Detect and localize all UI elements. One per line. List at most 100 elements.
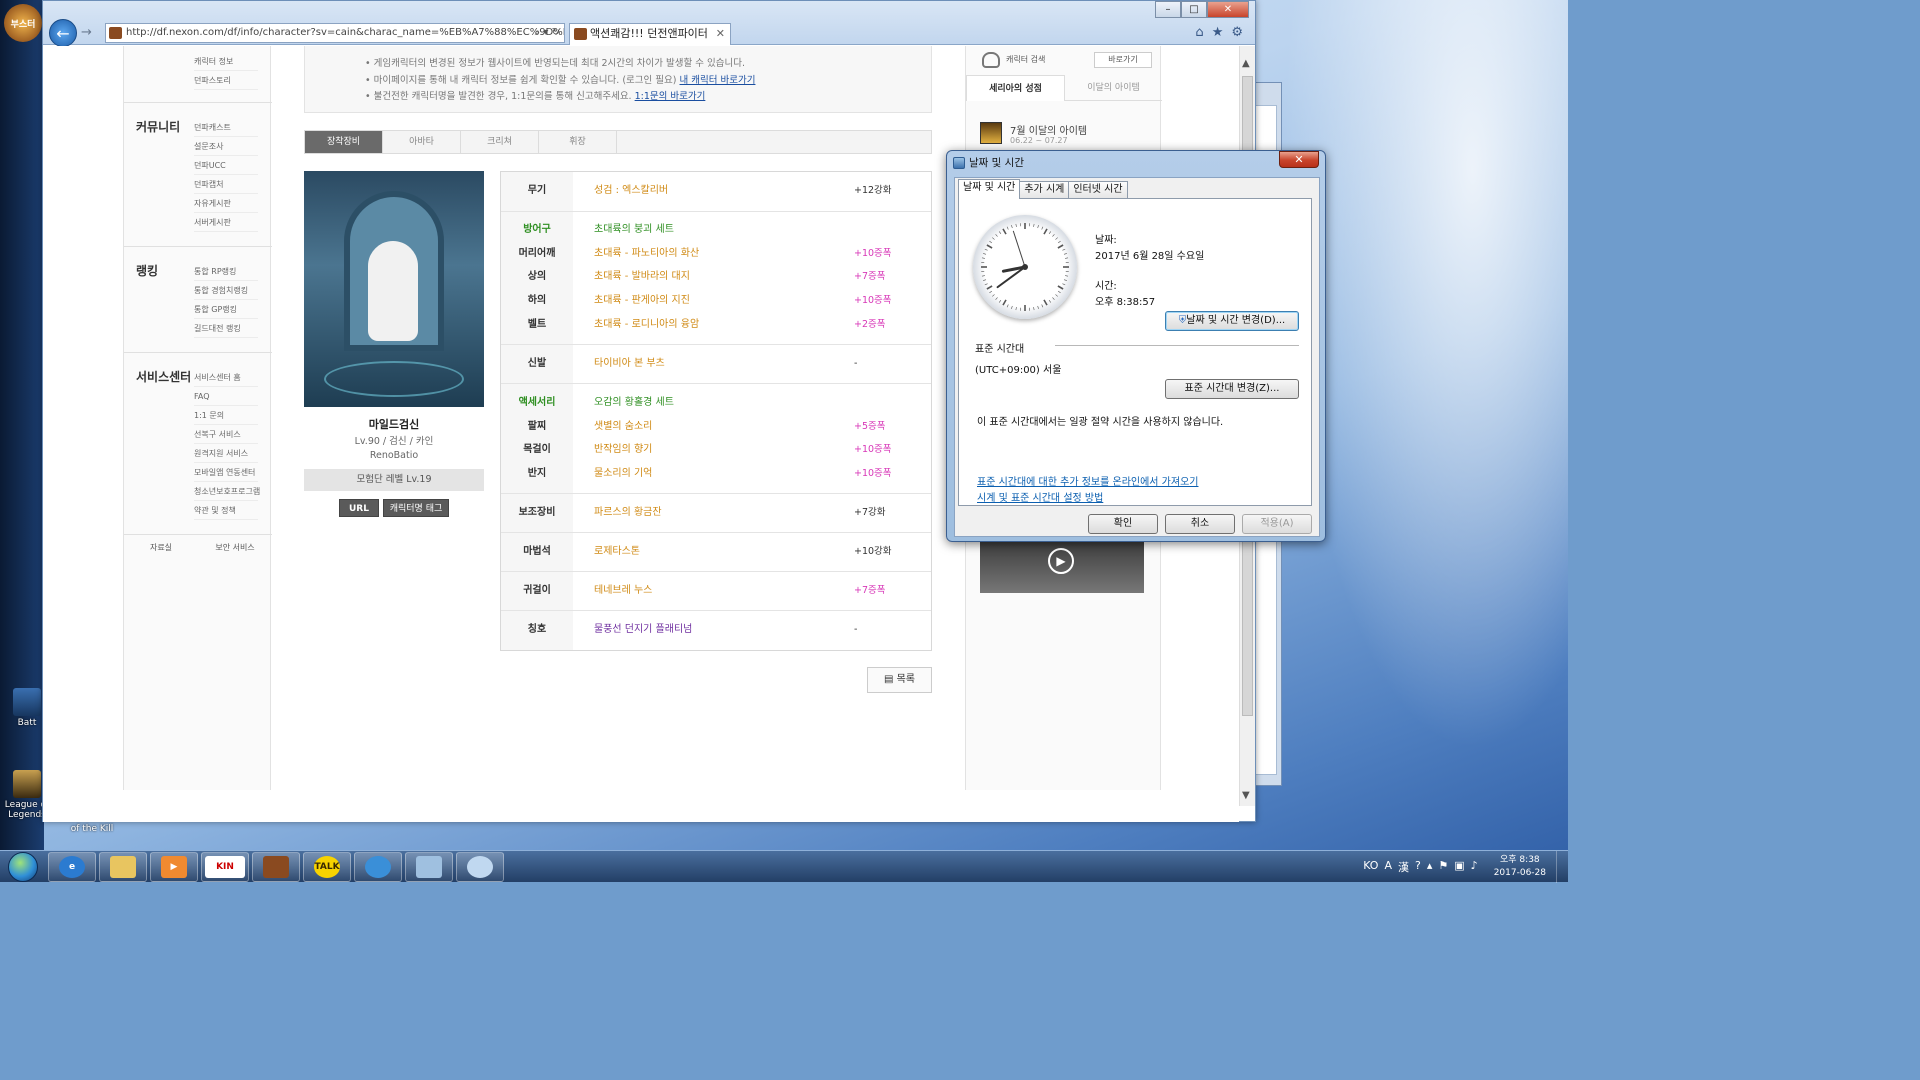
nav-link-security[interactable]: 보안 서비스 — [198, 536, 272, 560]
change-datetime-button[interactable]: ⛨날짜 및 시간 변경(D)... — [1165, 311, 1299, 331]
nav-item[interactable]: 통합 RP랭킹 — [194, 262, 258, 281]
equip-row-shoes[interactable]: 신발 타이비아 본 부츠 - — [501, 352, 931, 376]
nav-item[interactable]: 길드대전 랭킹 — [194, 319, 258, 338]
taskbar-app8[interactable] — [405, 852, 453, 882]
settings-gear-icon[interactable]: ⚙ — [1231, 25, 1243, 40]
taskbar-app7[interactable] — [354, 852, 402, 882]
nav-item[interactable]: 캐릭터 정보 — [194, 52, 258, 71]
nav-item[interactable]: 청소년보호프로그램 — [194, 482, 260, 501]
ok-button[interactable]: 확인 — [1088, 514, 1158, 534]
forward-button[interactable]: → — [81, 25, 99, 41]
equip-row-shoulder[interactable]: 머리어깨 초대륙 - 파노티아의 화산 +10증폭 — [501, 242, 931, 266]
desktop-icon-kill[interactable]: of the Kill — [56, 824, 128, 834]
taskbar-dnf[interactable] — [252, 852, 300, 882]
clock-tick — [995, 234, 998, 237]
help-icon[interactable]: ? — [1415, 859, 1421, 875]
inquiry-link[interactable]: 1:1문의 바로가기 — [635, 91, 706, 102]
timezone-info-link[interactable]: 표준 시간대에 대한 추가 정보를 온라인에서 가져오기 — [977, 473, 1198, 488]
network-icon[interactable]: ▣ — [1454, 859, 1464, 875]
equip-row-armor-set[interactable]: 방어구 초대륙의 붕괴 세트 — [501, 218, 931, 242]
show-desktop-button[interactable] — [1556, 851, 1568, 883]
tab-internet-time[interactable]: 인터넷 시간 — [1068, 181, 1128, 199]
monthly-item-entry[interactable]: 7월 이달의 아이템 06.22 ~ 07.27 — [980, 120, 1150, 148]
home-icon[interactable]: ⌂ — [1195, 25, 1203, 40]
nav-item[interactable]: 던파스토리 — [194, 71, 258, 90]
nav-item[interactable]: 1:1 문의 — [194, 406, 258, 425]
tab-equipment[interactable]: 장착장비 — [305, 131, 383, 153]
nav-item[interactable]: 통합 GP랭킹 — [194, 300, 258, 319]
equip-row-top[interactable]: 상의 초대륙 - 발바라의 대지 +7증폭 — [501, 265, 931, 289]
equip-row-earring[interactable]: 귀걸이 테네브레 누스 +7증폭 — [501, 579, 931, 603]
volume-icon[interactable]: ♪ — [1471, 859, 1478, 875]
equip-row-bottom[interactable]: 하의 초대륙 - 판게아의 지진 +10증폭 — [501, 289, 931, 313]
goto-button[interactable]: 바로가기 — [1094, 52, 1152, 68]
equip-row-subequip[interactable]: 보조장비 파르스의 황금잔 +7강화 — [501, 501, 931, 525]
list-button[interactable]: ▤ 목록 — [867, 667, 932, 693]
taskbar-kakaotalk[interactable]: TALK — [303, 852, 351, 882]
my-character-link[interactable]: 내 캐릭터 바로가기 — [680, 75, 756, 86]
back-button[interactable]: ← — [49, 19, 77, 47]
taskbar-clock[interactable]: 오후 8:38 2017-06-28 — [1494, 854, 1546, 880]
nav-item[interactable]: 통합 경험치랭킹 — [194, 281, 258, 300]
nav-item[interactable]: 던파캡처 — [194, 175, 258, 194]
url-button[interactable]: URL — [339, 499, 379, 517]
nav-item[interactable]: 던파UCC — [194, 156, 258, 175]
taskbar-media[interactable]: ▶ — [150, 852, 198, 882]
nav-item[interactable]: 던파캐스트 — [194, 118, 258, 137]
name-tag-button[interactable]: 캐릭터명 태그 — [383, 499, 449, 517]
tray-expand-icon[interactable]: ▴ — [1427, 859, 1433, 875]
tab-avatar[interactable]: 아바타 — [383, 131, 461, 153]
close-button[interactable]: ✕ — [1207, 1, 1249, 18]
nav-item[interactable]: 원격지원 서비스 — [194, 444, 258, 463]
browser-tab[interactable]: 액션쾌감!!! 던전앤파이터 ✕ — [569, 23, 731, 45]
equip-row-necklace[interactable]: 목걸이 반작임의 향기 +10증폭 — [501, 438, 931, 462]
nav-item[interactable]: 서버게시판 — [194, 213, 258, 232]
change-timezone-button[interactable]: 표준 시간대 변경(Z)... — [1165, 379, 1299, 399]
equip-row-bracelet[interactable]: 팔찌 샛별의 숨소리 +5증폭 — [501, 415, 931, 439]
equip-row-weapon[interactable]: 무기 성검 : 엑스칼리버 +12강화 — [501, 179, 931, 203]
equip-row-belt[interactable]: 벨트 초대륙 - 로디니아의 융암 +2증폭 — [501, 313, 931, 337]
minimize-button[interactable]: – — [1155, 1, 1181, 18]
tab-creature[interactable]: 크리쳐 — [461, 131, 539, 153]
dialog-title: 날짜 및 시간 — [969, 157, 1024, 169]
game-launcher-logo[interactable]: 부스터 — [4, 4, 42, 42]
dialog-close-button[interactable]: ✕ — [1279, 151, 1319, 168]
equip-row-accessory-set[interactable]: 액세서리 오감의 황홀경 세트 — [501, 391, 931, 415]
ime-icon[interactable]: A — [1384, 859, 1392, 875]
maximize-button[interactable]: □ — [1181, 1, 1207, 18]
nav-item[interactable]: 모바일앱 연동센터 — [194, 463, 258, 482]
nav-item[interactable]: 약관 및 정책 — [194, 501, 258, 520]
taskbar-ie[interactable]: e — [48, 852, 96, 882]
nav-item[interactable]: FAQ — [194, 387, 258, 406]
tab-seria-shop[interactable]: 세리아의 성점 — [966, 75, 1065, 101]
tab-monthly-item[interactable]: 이달의 아이템 — [1065, 75, 1162, 101]
tab-emblem[interactable]: 휘장 — [539, 131, 617, 153]
search-refresh-icons[interactable]: ⌕ ▾ ↻ — [535, 24, 560, 42]
nav-item[interactable]: 자유게시판 — [194, 194, 258, 213]
clock-tick — [998, 231, 1002, 235]
taskbar-app9[interactable] — [456, 852, 504, 882]
taskbar-explorer[interactable] — [99, 852, 147, 882]
address-bar[interactable]: http://df.nexon.com/df/info/character?sv… — [105, 23, 565, 43]
language-indicator[interactable]: KO — [1363, 859, 1378, 875]
tab-date-time[interactable]: 날짜 및 시간 — [958, 179, 1021, 199]
equip-row-magicstone[interactable]: 마법석 로제타스톤 +10강화 — [501, 540, 931, 564]
taskbar-kin[interactable]: KIN — [201, 852, 249, 882]
favorites-star-icon[interactable]: ★ — [1212, 25, 1224, 40]
nav-item[interactable]: 선복구 서비스 — [194, 425, 258, 444]
tab-additional-clocks[interactable]: 추가 시계 — [1019, 181, 1070, 199]
start-button[interactable] — [2, 851, 44, 883]
equip-row-title[interactable]: 칭호 물풍선 던지기 플래티넘 - — [501, 618, 931, 642]
scroll-up-icon[interactable]: ▲ — [1242, 58, 1250, 69]
apply-button[interactable]: 적용(A) — [1242, 514, 1312, 534]
hanja-icon[interactable]: 漢 — [1398, 859, 1409, 875]
scroll-down-icon[interactable]: ▼ — [1242, 790, 1250, 801]
cancel-button[interactable]: 취소 — [1165, 514, 1235, 534]
nav-item[interactable]: 설문조사 — [194, 137, 258, 156]
flag-icon[interactable]: ⚑ — [1438, 859, 1448, 875]
nav-link-archive[interactable]: 자료실 — [124, 536, 198, 560]
nav-item[interactable]: 서비스센터 홈 — [194, 368, 258, 387]
tab-close-icon[interactable]: ✕ — [716, 24, 725, 44]
equip-row-ring[interactable]: 반지 물소리의 기억 +10증폭 — [501, 462, 931, 486]
clock-help-link[interactable]: 시계 및 표준 시간대 설정 방법 — [977, 489, 1103, 504]
